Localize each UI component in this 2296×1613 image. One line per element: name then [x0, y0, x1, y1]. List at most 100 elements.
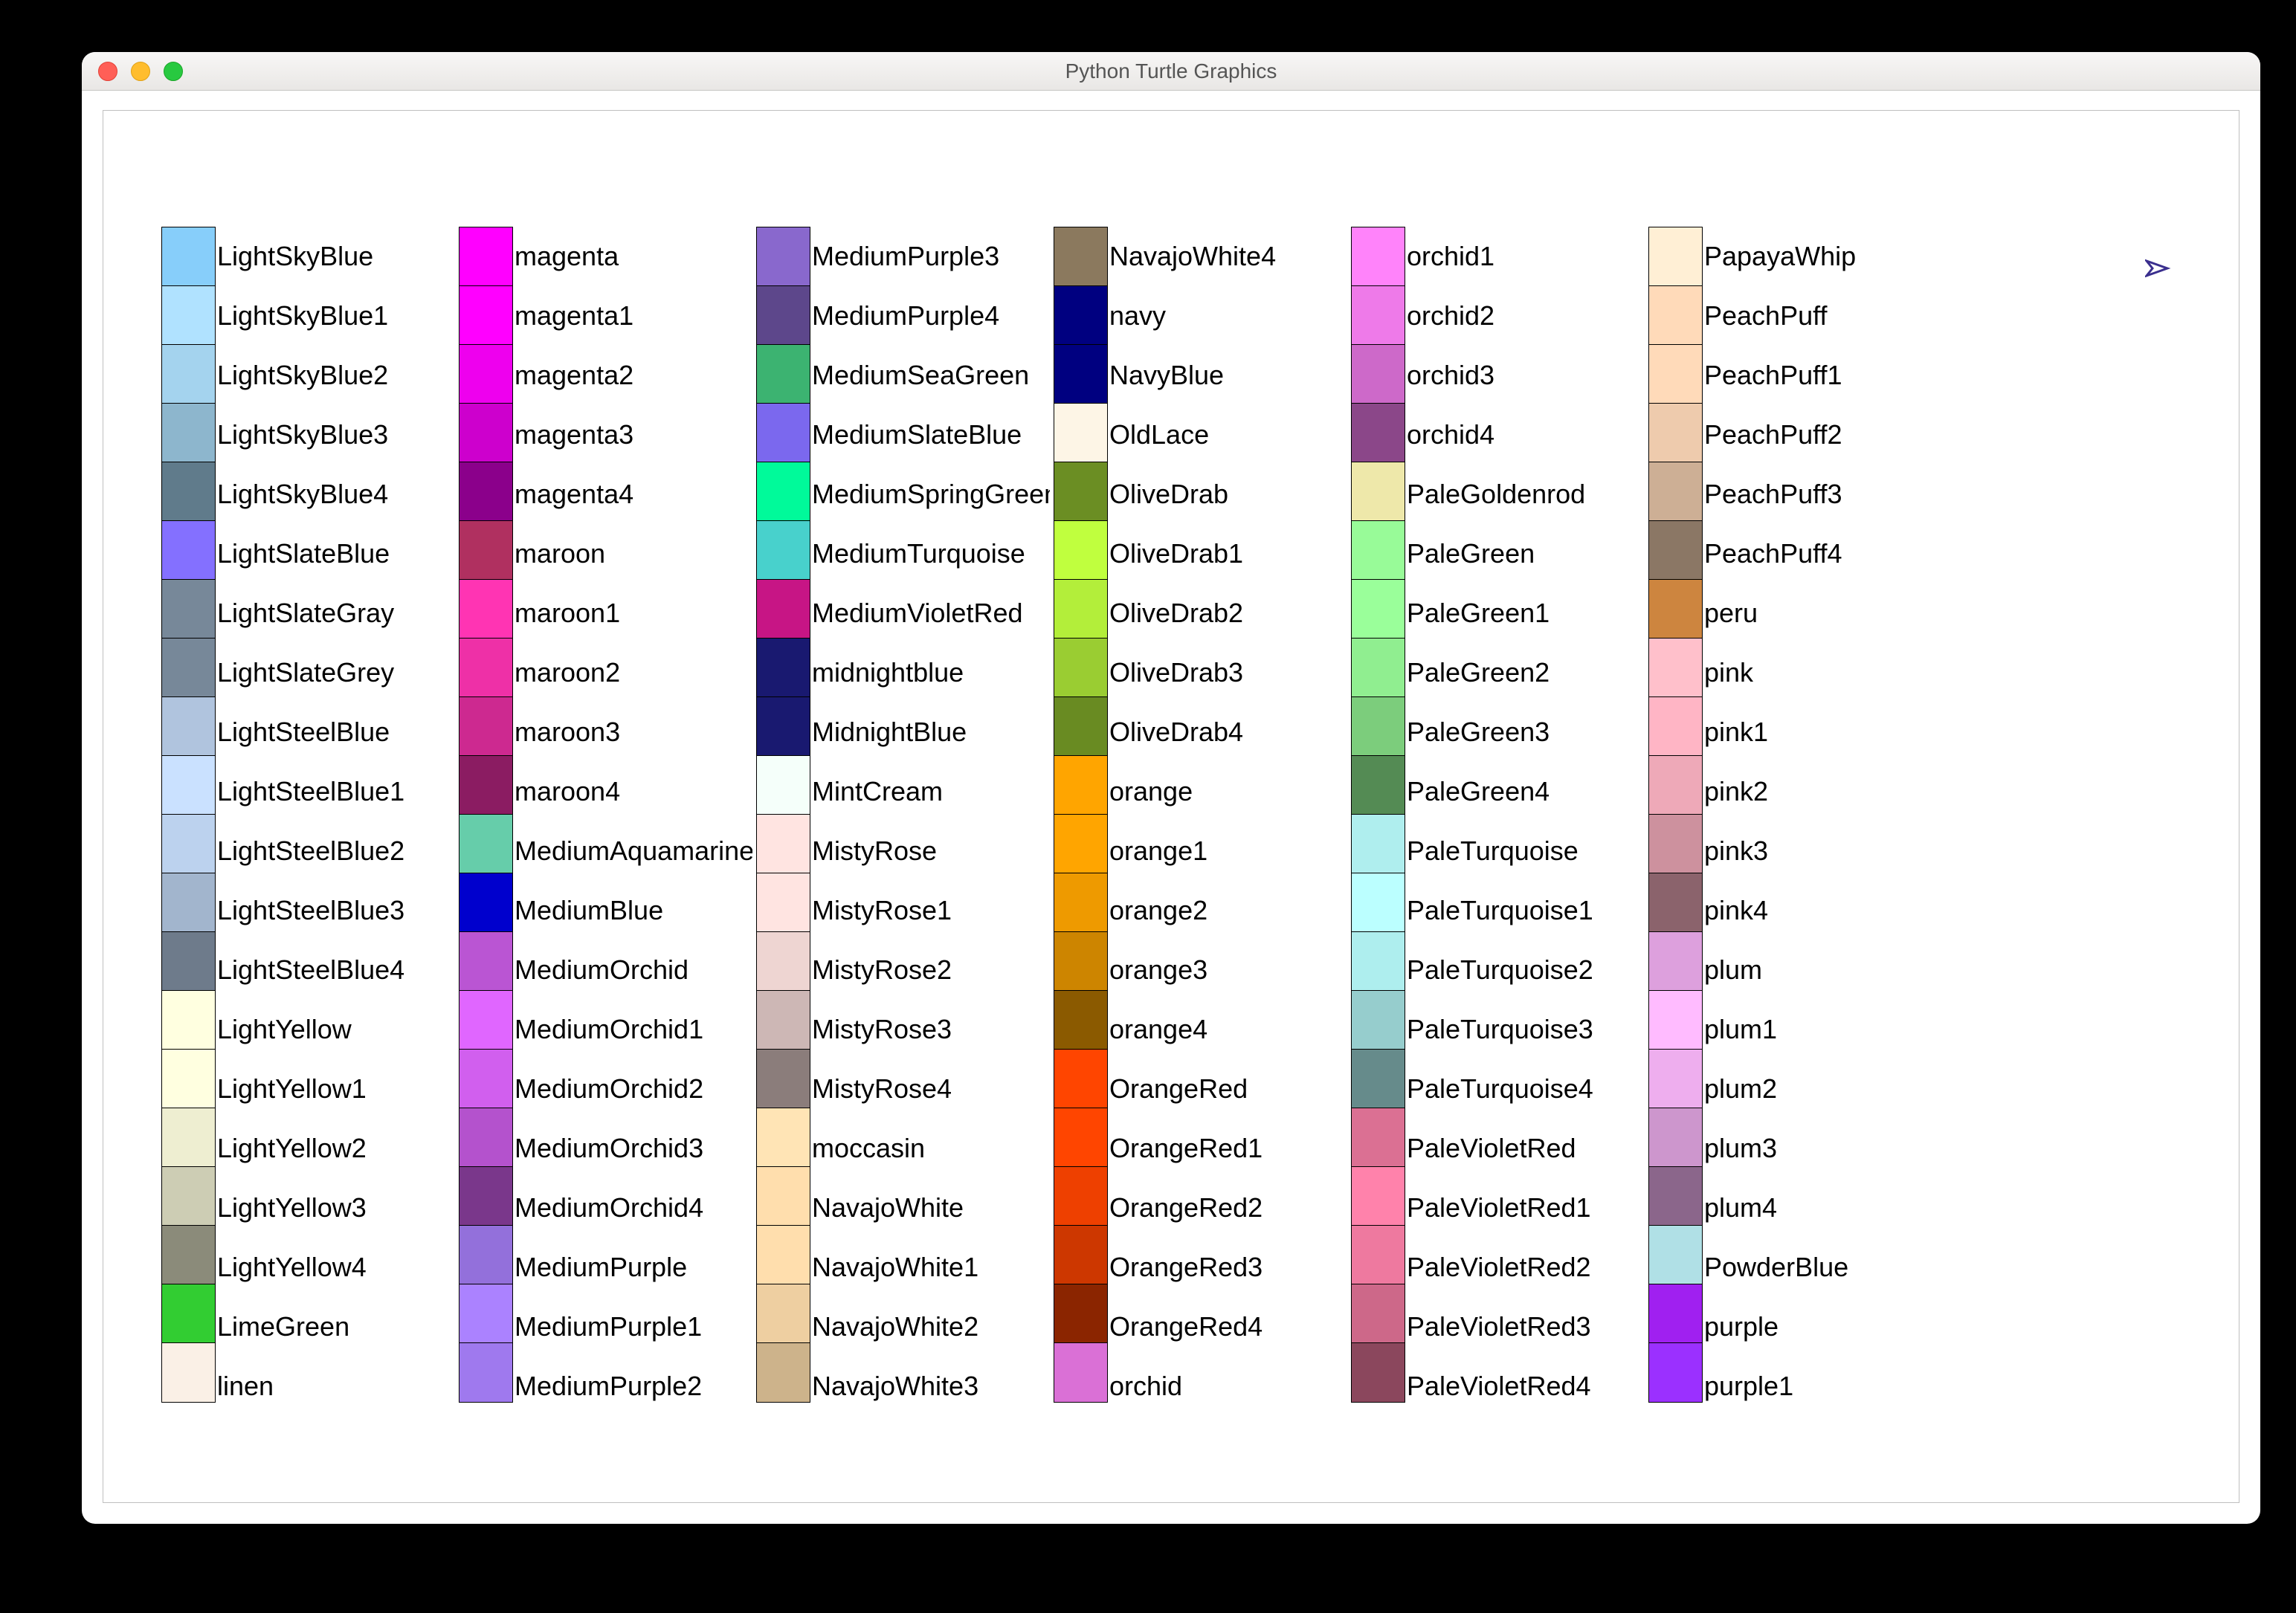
color-label: MediumAquamarine	[515, 821, 752, 881]
color-label: plum1	[1704, 1000, 1942, 1059]
color-swatch	[1352, 815, 1405, 873]
color-label: LightSkyBlue3	[217, 405, 455, 465]
color-swatch	[1649, 756, 1702, 815]
color-label: OrangeRed3	[1109, 1238, 1347, 1297]
color-swatch	[757, 227, 810, 286]
color-swatch	[1054, 932, 1107, 991]
swatch-stack	[1648, 227, 1703, 1403]
color-swatch	[162, 1284, 215, 1343]
swatch-stack	[756, 227, 810, 1403]
color-label: LightSteelBlue1	[217, 762, 455, 821]
close-icon[interactable]	[98, 62, 117, 81]
color-label: PaleTurquoise2	[1407, 940, 1645, 1000]
color-label: maroon	[515, 524, 752, 584]
color-label: NavajoWhite3	[812, 1357, 1050, 1416]
color-swatch	[757, 1167, 810, 1226]
color-swatch	[162, 1108, 215, 1167]
color-label: NavajoWhite2	[812, 1297, 1050, 1357]
color-label: PaleVioletRed3	[1407, 1297, 1645, 1357]
color-label: OrangeRed	[1109, 1059, 1347, 1119]
color-label: MediumVioletRed	[812, 584, 1050, 643]
color-label: PaleGreen3	[1407, 702, 1645, 762]
color-swatch	[1352, 286, 1405, 345]
color-swatch	[1649, 697, 1702, 756]
color-swatch	[1054, 991, 1107, 1050]
color-swatch	[1649, 815, 1702, 873]
color-swatch	[162, 521, 215, 580]
color-label: plum	[1704, 940, 1942, 1000]
color-swatch	[459, 1050, 512, 1108]
color-label: PaleTurquoise1	[1407, 881, 1645, 940]
color-swatch	[1054, 1226, 1107, 1284]
color-label: MediumTurquoise	[812, 524, 1050, 584]
color-swatch	[1649, 580, 1702, 639]
color-swatch	[162, 1343, 215, 1402]
color-label: MediumOrchid4	[515, 1178, 752, 1238]
color-swatch	[757, 697, 810, 756]
color-swatch	[459, 404, 512, 462]
color-label: LightYellow2	[217, 1119, 455, 1178]
color-swatch	[1649, 227, 1702, 286]
color-swatch	[1054, 815, 1107, 873]
maximize-icon[interactable]	[164, 62, 183, 81]
color-label: orchid3	[1407, 346, 1645, 405]
color-swatch	[757, 873, 810, 932]
color-swatch	[1054, 639, 1107, 697]
color-swatch	[1352, 521, 1405, 580]
color-label: MediumPurple	[515, 1238, 752, 1297]
color-label: PaleTurquoise	[1407, 821, 1645, 881]
color-label: MistyRose	[812, 821, 1050, 881]
color-label: magenta4	[515, 465, 752, 524]
color-swatch	[162, 580, 215, 639]
color-swatch	[162, 756, 215, 815]
color-swatch	[459, 991, 512, 1050]
color-label: pink	[1704, 643, 1942, 702]
color-label: PeachPuff3	[1704, 465, 1942, 524]
color-column: orchid1orchid2orchid3orchid4PaleGoldenro…	[1351, 227, 1648, 1403]
color-swatch	[162, 227, 215, 286]
turtle-canvas[interactable]: LightSkyBlueLightSkyBlue1LightSkyBlue2Li…	[103, 110, 2239, 1503]
color-swatch	[459, 932, 512, 991]
color-label: PaleGreen2	[1407, 643, 1645, 702]
color-swatch	[1352, 873, 1405, 932]
color-label: MediumOrchid	[515, 940, 752, 1000]
color-swatch	[1649, 404, 1702, 462]
color-label: PaleVioletRed1	[1407, 1178, 1645, 1238]
color-swatch	[757, 932, 810, 991]
color-label: LightYellow4	[217, 1238, 455, 1297]
color-label: MediumSpringGreen	[812, 465, 1050, 524]
color-swatch	[757, 521, 810, 580]
color-label: MediumPurple1	[515, 1297, 752, 1357]
color-label: LightSteelBlue2	[217, 821, 455, 881]
color-swatch	[1054, 1108, 1107, 1167]
color-swatch	[459, 1108, 512, 1167]
color-swatch	[757, 404, 810, 462]
color-label: magenta	[515, 227, 752, 286]
color-label: PaleTurquoise3	[1407, 1000, 1645, 1059]
minimize-icon[interactable]	[131, 62, 150, 81]
color-swatch	[162, 1226, 215, 1284]
color-swatch	[1649, 991, 1702, 1050]
color-swatch	[1352, 932, 1405, 991]
color-swatch	[459, 873, 512, 932]
color-label: PeachPuff2	[1704, 405, 1942, 465]
color-swatch	[459, 639, 512, 697]
color-label: linen	[217, 1357, 455, 1416]
color-label: maroon4	[515, 762, 752, 821]
color-swatch	[162, 286, 215, 345]
color-label: NavajoWhite1	[812, 1238, 1050, 1297]
color-label: orange1	[1109, 821, 1347, 881]
color-label: orchid2	[1407, 286, 1645, 346]
color-swatch	[1054, 404, 1107, 462]
color-label: orchid1	[1407, 227, 1645, 286]
color-swatch	[459, 462, 512, 521]
color-swatch	[1054, 1167, 1107, 1226]
color-swatch	[1649, 1167, 1702, 1226]
color-label: MediumBlue	[515, 881, 752, 940]
app-window: Python Turtle Graphics LightSkyBlueLight…	[82, 52, 2260, 1524]
color-label: PaleVioletRed2	[1407, 1238, 1645, 1297]
color-swatch	[1054, 1343, 1107, 1402]
color-swatch	[1649, 873, 1702, 932]
color-swatch	[757, 639, 810, 697]
color-label: OliveDrab2	[1109, 584, 1347, 643]
